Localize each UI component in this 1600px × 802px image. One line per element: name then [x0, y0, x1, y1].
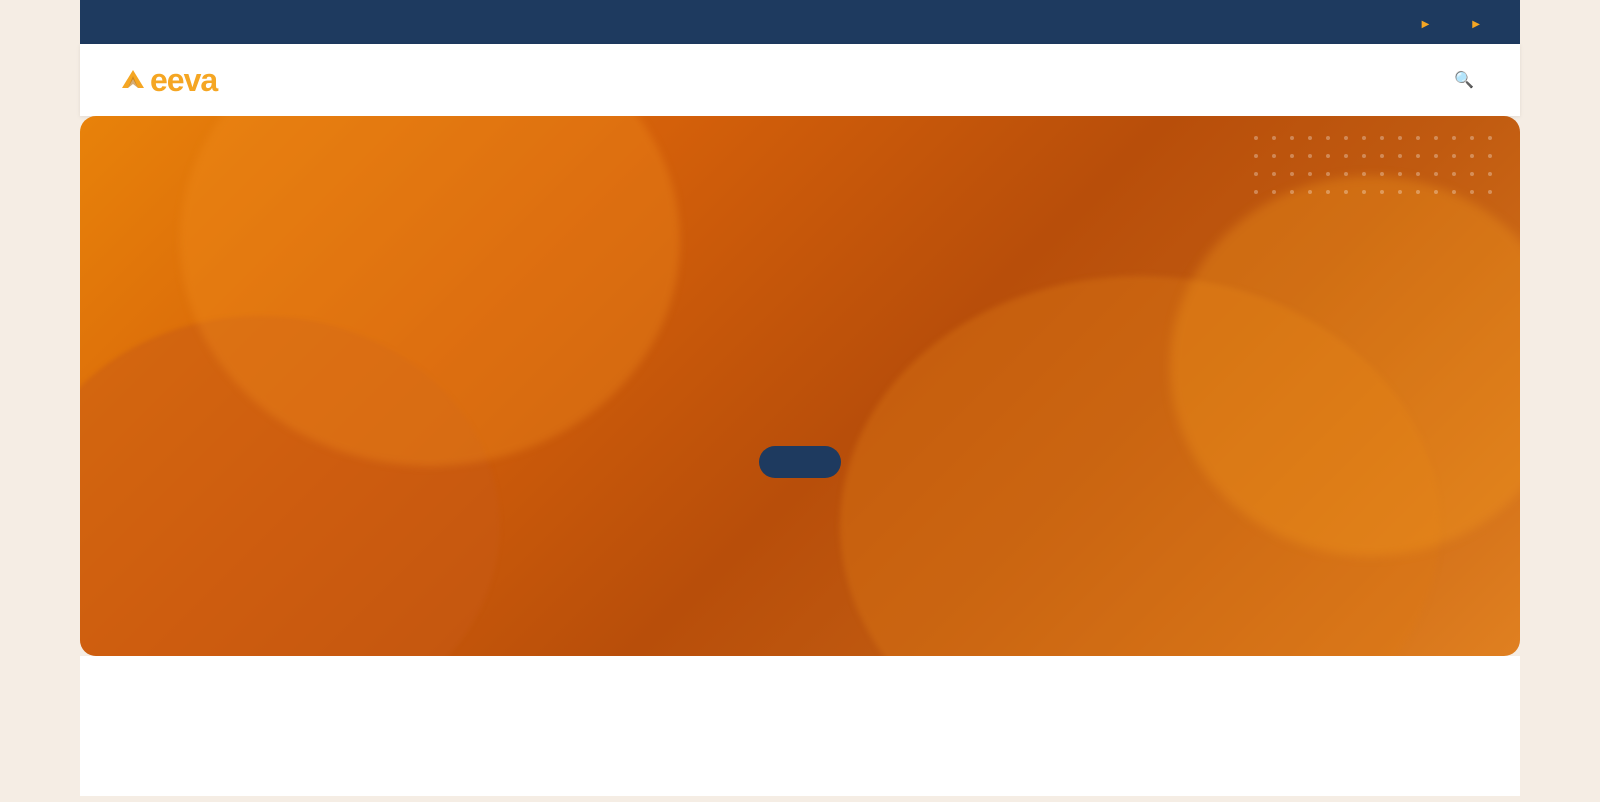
search-icon: 🔍: [1454, 70, 1474, 90]
top-utility-bar: ▶ ▶: [80, 0, 1520, 44]
logo[interactable]: eeva: [120, 62, 217, 99]
hero-content: [80, 116, 1520, 656]
regions-arrow-icon: ▶: [1422, 19, 1430, 30]
industries-arrow-icon: ▶: [1472, 19, 1480, 30]
regions-menu[interactable]: ▶: [1419, 15, 1430, 30]
logo-v-icon: [120, 66, 146, 94]
industries-menu[interactable]: ▶: [1469, 15, 1480, 30]
search-button[interactable]: 🔍: [1454, 70, 1480, 90]
see-impact-button[interactable]: [759, 446, 841, 478]
below-hero-section: [80, 656, 1520, 796]
hero-section: // Generate dots const grid = document.q…: [80, 116, 1520, 656]
nav-items: 🔍: [1254, 70, 1480, 90]
page-wrapper: ▶ ▶ eeva: [80, 0, 1520, 796]
logo-text: eeva: [120, 62, 217, 99]
main-navigation: eeva 🔍: [80, 44, 1520, 116]
